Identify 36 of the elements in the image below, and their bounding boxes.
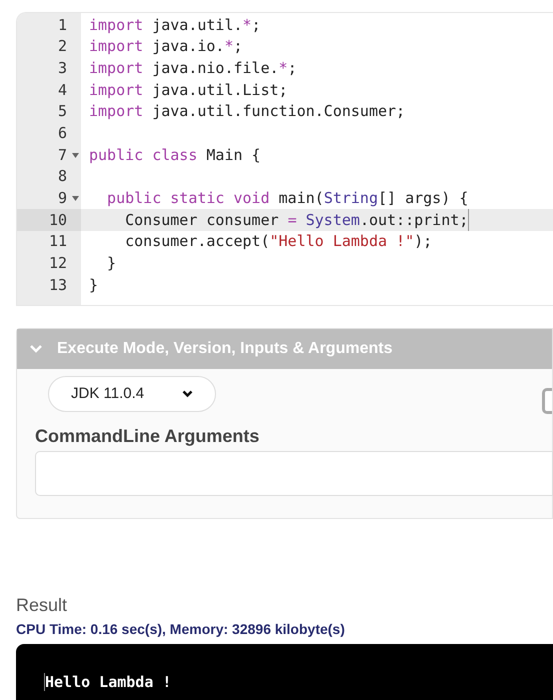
fold-caret-icon[interactable] [72,152,79,158]
code-line: consumer.accept("Hello Lambda !"); [124,231,432,252]
arguments-input[interactable] [35,451,553,496]
version-select[interactable]: JDK 11.0.4 [48,376,216,412]
code-line: public static void main(String[] args) { [106,188,468,210]
checkbox[interactable] [542,388,552,414]
line-number: 12 [48,253,68,274]
code-line: import java.nio.file.*; [88,58,297,79]
code-line: import java.util.List; [88,80,288,101]
code-line: import java.io.*; [88,36,243,58]
execution-stats: CPU Time: 0.16 sec(s), Memory: 32896 kilobyte(s) [16,620,346,638]
fold-caret-icon[interactable] [72,196,79,202]
code-line: public class Main { [88,144,261,166]
line-number: 13 [48,274,68,296]
line-number: 11 [48,231,68,252]
line-number: 7 [58,144,68,166]
result-heading: Result [16,594,68,616]
code-line: import java.util.function.Consumer; [88,101,406,122]
line-number: 6 [58,123,68,144]
line-number: 4 [58,80,68,101]
line-number: 2 [58,36,68,58]
line-number: 1 [58,14,68,36]
line-number: 5 [58,101,68,122]
field-label: CommandLine Arguments [35,425,260,447]
code-line: Consumer consumer = System.out::print; [81,208,470,232]
code-line: import java.util.*; [88,14,261,36]
code-line: } [106,253,116,274]
panel-title: Execute Mode, Version, Inputs & Arguments [57,339,392,359]
line-number: 10 [48,210,68,231]
line-number: 8 [58,166,68,188]
code-editor[interactable] [16,12,553,306]
line-number: 3 [58,58,68,79]
caret-icon [182,390,193,398]
line-number: 9 [58,188,68,210]
output-text: Hello Lambda ! [44,673,172,691]
code-line: } [88,274,98,296]
